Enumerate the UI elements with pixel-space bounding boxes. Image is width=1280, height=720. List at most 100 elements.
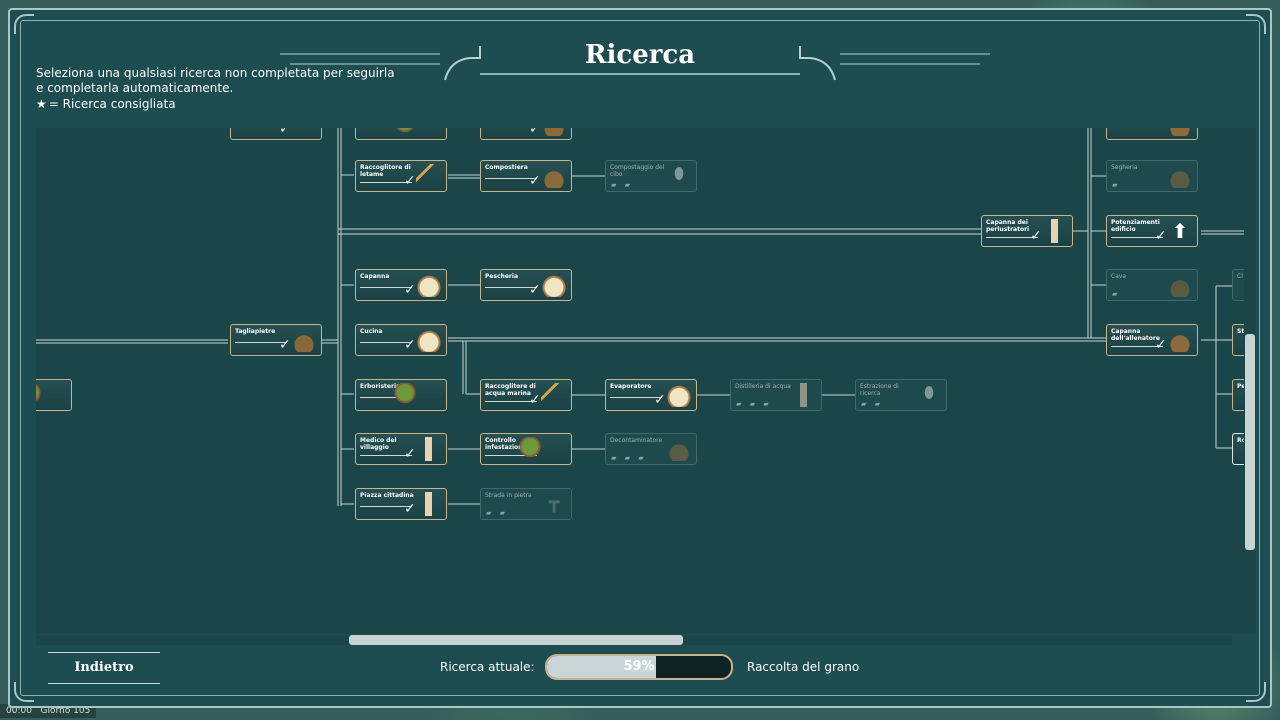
research-node-controllo-infestazioni[interactable]: Controllo infestazioni ✓ (480, 433, 572, 465)
node-label: Decontaminatore (610, 437, 663, 444)
research-node-partial[interactable]: ✓ (230, 128, 322, 140)
building-image (541, 273, 567, 297)
building-image (416, 328, 442, 352)
research-node-partial[interactable]: ✓ (480, 128, 572, 140)
research-node-cava[interactable]: Cava ▰ (1106, 269, 1198, 301)
node-label: Ro (1237, 437, 1244, 444)
building-image (416, 492, 442, 516)
research-node-raccoglitore-acqua[interactable]: Raccoglitore di acqua marina ✓ (480, 379, 572, 411)
research-node-potenziamenti[interactable]: Potenziamenti edificio ✓ ⬆ (1106, 215, 1198, 247)
research-node-decontaminatore[interactable]: Decontaminatore ▰ ▰ ▰ (605, 433, 697, 465)
node-label: Tagliapietre (235, 328, 276, 335)
recommended-hint-label: = Ricerca consigliata (48, 97, 176, 111)
checkmark-icon: ✓ (279, 128, 291, 137)
node-label: St (1237, 328, 1244, 335)
resource-icons: ▰ ▰ (486, 509, 508, 517)
node-label: Estrazione di ricerca (860, 383, 899, 397)
research-node-medico[interactable]: Medico del villaggio ✓ (355, 433, 447, 465)
research-node-raccoglitore-letame[interactable]: Raccoglitore di letame ✓ (355, 160, 447, 192)
building-image (291, 328, 317, 352)
research-node-capanna[interactable]: Capanna ✓ (355, 269, 447, 301)
resource-icons: ▰ ▰ ▰ (611, 454, 647, 462)
checkmark-icon: ✓ (529, 173, 541, 189)
frame-corner (1246, 682, 1266, 702)
water-drop-icon: ⬮ (923, 383, 935, 402)
research-node-compostaggio-cibo[interactable]: Compostaggio del cibo ▰ ▰ ⬮ (605, 160, 697, 192)
resource-icons: ▰ (1112, 290, 1121, 298)
research-node-piazza[interactable]: Piazza cittadina ✓ (355, 488, 447, 520)
vertical-scrollbar[interactable] (1244, 128, 1256, 634)
research-node-edge[interactable]: Pe (1232, 379, 1244, 411)
research-node-edge[interactable]: Cl (1232, 269, 1244, 301)
checkmark-icon: ✓ (404, 446, 416, 462)
research-node-tagliapietre[interactable]: Tagliapietre ✓ (230, 324, 322, 356)
research-node-partial[interactable]: ✓ (355, 128, 447, 140)
research-node-capanna-allenatore[interactable]: Capanna dell'allenatore ✓ (1106, 324, 1198, 356)
checkmark-icon: ✓ (404, 282, 416, 298)
research-node-capanna-perlustratori[interactable]: Capanna dei perlustratori ✓ (981, 215, 1073, 247)
building-image (392, 383, 418, 407)
resource-icons: ▰ ▰ (861, 400, 883, 408)
vertical-scroll-thumb[interactable] (1245, 334, 1255, 550)
building-image (1167, 164, 1193, 188)
research-node-segheria[interactable]: Segheria ▰ (1106, 160, 1198, 192)
node-label: Cucina (360, 328, 383, 335)
building-image (1167, 128, 1193, 136)
node-label: Distilleria di acqua (735, 383, 791, 390)
research-node-partial[interactable] (1106, 128, 1198, 140)
page-title: Ricerca (584, 40, 696, 70)
progress-percent: 59% (623, 659, 655, 674)
horizontal-scroll-thumb[interactable] (349, 635, 683, 645)
water-drop-icon: ⬮ (673, 164, 685, 183)
instructions-text: Seleziona una qualsiasi ricerca non comp… (36, 66, 395, 95)
current-research-label: Ricerca attuale: (440, 660, 535, 674)
node-label: Capanna (360, 273, 390, 280)
building-image (1167, 273, 1193, 297)
checkmark-icon: ✓ (1030, 228, 1042, 244)
research-progress-bar: 59% (545, 654, 733, 680)
node-label: Segheria (1111, 164, 1138, 171)
building-image (1167, 328, 1193, 352)
research-node-edge[interactable]: Ro (1232, 433, 1244, 465)
checkmark-icon: ✓ (404, 173, 416, 189)
checkmark-icon: ✓ (404, 337, 416, 353)
resource-icons: ▰ ▰ ▰ (736, 400, 772, 408)
resource-icons: ▰ (1112, 181, 1121, 189)
road-icon: ┳ (548, 492, 560, 513)
frame-corner (14, 682, 34, 702)
research-node-pescheria[interactable]: Pescheria ✓ (480, 269, 572, 301)
building-image (517, 437, 543, 461)
node-label: Strada in pietra (485, 492, 532, 499)
node-label: Pe (1237, 383, 1244, 390)
back-button[interactable]: Indietro (48, 652, 160, 684)
building-image (791, 383, 817, 407)
node-label: Compostaggio del cibo (610, 164, 665, 178)
checkmark-icon: ✓ (1155, 337, 1167, 353)
research-node-distilleria[interactable]: Distilleria di acqua ▰ ▰ ▰ (730, 379, 822, 411)
research-node-evaporatore[interactable]: Evaporatore ✓ (605, 379, 697, 411)
node-label: Pescheria (485, 273, 518, 280)
building-image (666, 437, 692, 461)
building-image (666, 383, 692, 407)
node-label: Cl (1237, 273, 1243, 280)
research-tree[interactable]: ✓ ✓ ✓ Tagliapietre ✓ Raccoglitore di let… (36, 128, 1244, 634)
horizontal-scrollbar[interactable] (36, 635, 1232, 645)
research-node-strada-pietra[interactable]: Strada in pietra ▰ ▰ ┳ (480, 488, 572, 520)
building-image (392, 128, 418, 136)
research-node-erboristeria[interactable]: Erboristeria ✓ (355, 379, 447, 411)
current-research-name: Raccolta del grano (747, 660, 860, 674)
research-node-edge[interactable]: St (1232, 324, 1244, 356)
building-image (1042, 219, 1068, 243)
research-node-cucina[interactable]: Cucina ✓ (355, 324, 447, 356)
checkmark-icon: ✓ (279, 337, 291, 353)
star-icon: ★ (36, 97, 47, 111)
research-node-estrazione[interactable]: Estrazione di ricerca ▰ ▰ ⬮ (855, 379, 947, 411)
resource-icons: ▰ ▰ (611, 181, 633, 189)
recommended-hint: ★ = Ricerca consigliata (36, 97, 176, 111)
research-node-compostiera[interactable]: Compostiera ✓ (480, 160, 572, 192)
checkmark-icon: ✓ (529, 392, 541, 408)
checkmark-icon: ✓ (404, 501, 416, 517)
research-node-partial[interactable] (36, 379, 72, 411)
upgrade-arrow-icon: ⬆ (1171, 219, 1189, 243)
building-image (416, 437, 442, 461)
